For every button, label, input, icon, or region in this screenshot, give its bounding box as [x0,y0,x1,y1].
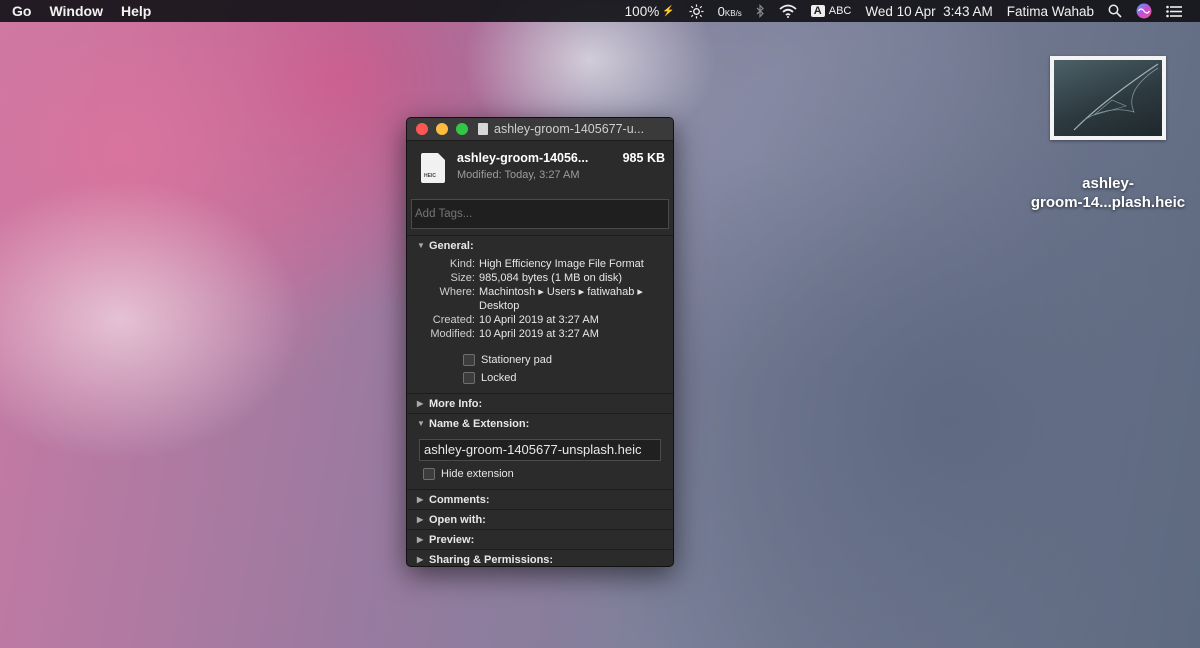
get-info-window: ashley-groom-1405677-u... HEIC ashley-gr… [406,117,674,567]
stationery-pad-label: Stationery pad [481,354,552,366]
info-row-kind: Kind: High Efficiency Image File Format [449,258,644,270]
section-open-with-toggle[interactable]: ▶ Open with: [407,509,673,529]
disclosure-closed-icon: ▶ [417,535,424,544]
section-comments-toggle[interactable]: ▶ Comments: [407,489,673,509]
bluetooth-icon[interactable] [756,4,765,18]
section-sharing-permissions-toggle[interactable]: ▶ Sharing & Permissions: [407,549,673,566]
file-summary: HEIC ashley-groom-14056... Modified: Tod… [407,141,673,191]
stationery-pad-checkbox[interactable]: Stationery pad [463,351,673,369]
desktop-file[interactable]: ashley- groom-14...plash.heic [1024,56,1192,212]
hide-extension-label: Hide extension [441,468,514,480]
zoom-window-button[interactable] [456,123,468,135]
hide-extension-checkbox[interactable]: Hide extension [423,463,673,485]
checkbox-box [463,354,475,366]
network-speed[interactable]: 0KB/s [718,4,742,19]
general-details: Kind: High Efficiency Image File Format S… [407,255,673,393]
info-row-where: Where: Machintosh ▸ Users ▸ fatiwahab ▸ [439,286,643,298]
checkbox-box [423,468,435,480]
info-row-where-cont: Desktop [479,300,520,312]
window-title: ashley-groom-1405677-u... [494,122,645,136]
desktop-file-label: ashley- groom-14...plash.heic [1030,175,1186,211]
user-name[interactable]: Fatima Wahab [1007,4,1094,19]
info-row-modified: Modified: 10 April 2019 at 3:27 AM [430,328,599,340]
menu-help[interactable]: Help [121,3,151,19]
input-source-menu[interactable]: A ABC [810,5,852,17]
checkbox-box [463,372,475,384]
menu-go[interactable]: Go [12,3,31,19]
minimize-window-button[interactable] [436,123,448,135]
close-window-button[interactable] [416,123,428,135]
section-preview-toggle[interactable]: ▶ Preview: [407,529,673,549]
brightness-icon[interactable] [689,3,704,19]
spotlight-search-icon[interactable] [1108,4,1122,18]
section-name-extension-toggle[interactable]: ▼ Name & Extension: [407,413,673,433]
notification-center-icon[interactable] [1166,5,1182,18]
siri-icon[interactable] [1136,3,1152,19]
disclosure-closed-icon: ▶ [417,555,424,564]
info-row-created: Created: 10 April 2019 at 3:27 AM [432,314,599,326]
file-size: 985 KB [622,151,665,165]
menu-bar: Go Window Help 100% ⚡ 0KB/s A ABC Wed 10… [0,0,1200,22]
window-titlebar[interactable]: ashley-groom-1405677-u... [407,118,673,141]
title-document-icon [478,123,488,135]
disclosure-open-icon: ▼ [417,419,425,428]
file-thumbnail [1050,56,1166,140]
file-name: ashley-groom-14056... [457,151,589,165]
locked-label: Locked [481,372,517,384]
disclosure-closed-icon: ▶ [417,495,424,504]
locked-checkbox[interactable]: Locked [463,369,673,387]
file-modified: Modified: Today, 3:27 AM [457,169,580,181]
menu-window[interactable]: Window [49,3,103,19]
input-source-label: ABC [828,5,852,17]
info-row-size: Size: 985,084 bytes (1 MB on disk) [450,272,623,284]
wifi-icon[interactable] [779,4,797,18]
disclosure-open-icon: ▼ [417,241,425,250]
tags-input[interactable] [411,199,669,229]
name-extension-field[interactable]: ashley-groom-1405677-unsplash.heic [419,439,661,461]
section-more-info-toggle[interactable]: ▶ More Info: [407,393,673,413]
input-source-icon: A [810,5,825,17]
disclosure-closed-icon: ▶ [417,399,424,408]
battery-status[interactable]: 100% ⚡ [625,4,675,19]
battery-percent: 100% [624,3,660,19]
clock[interactable]: Wed 10 Apr 3:43 AM [865,4,992,19]
section-general-toggle[interactable]: ▼ General: [407,235,673,255]
heic-document-icon: HEIC [421,153,445,183]
disclosure-closed-icon: ▶ [417,515,424,524]
charging-bolt-icon: ⚡ [662,5,675,17]
